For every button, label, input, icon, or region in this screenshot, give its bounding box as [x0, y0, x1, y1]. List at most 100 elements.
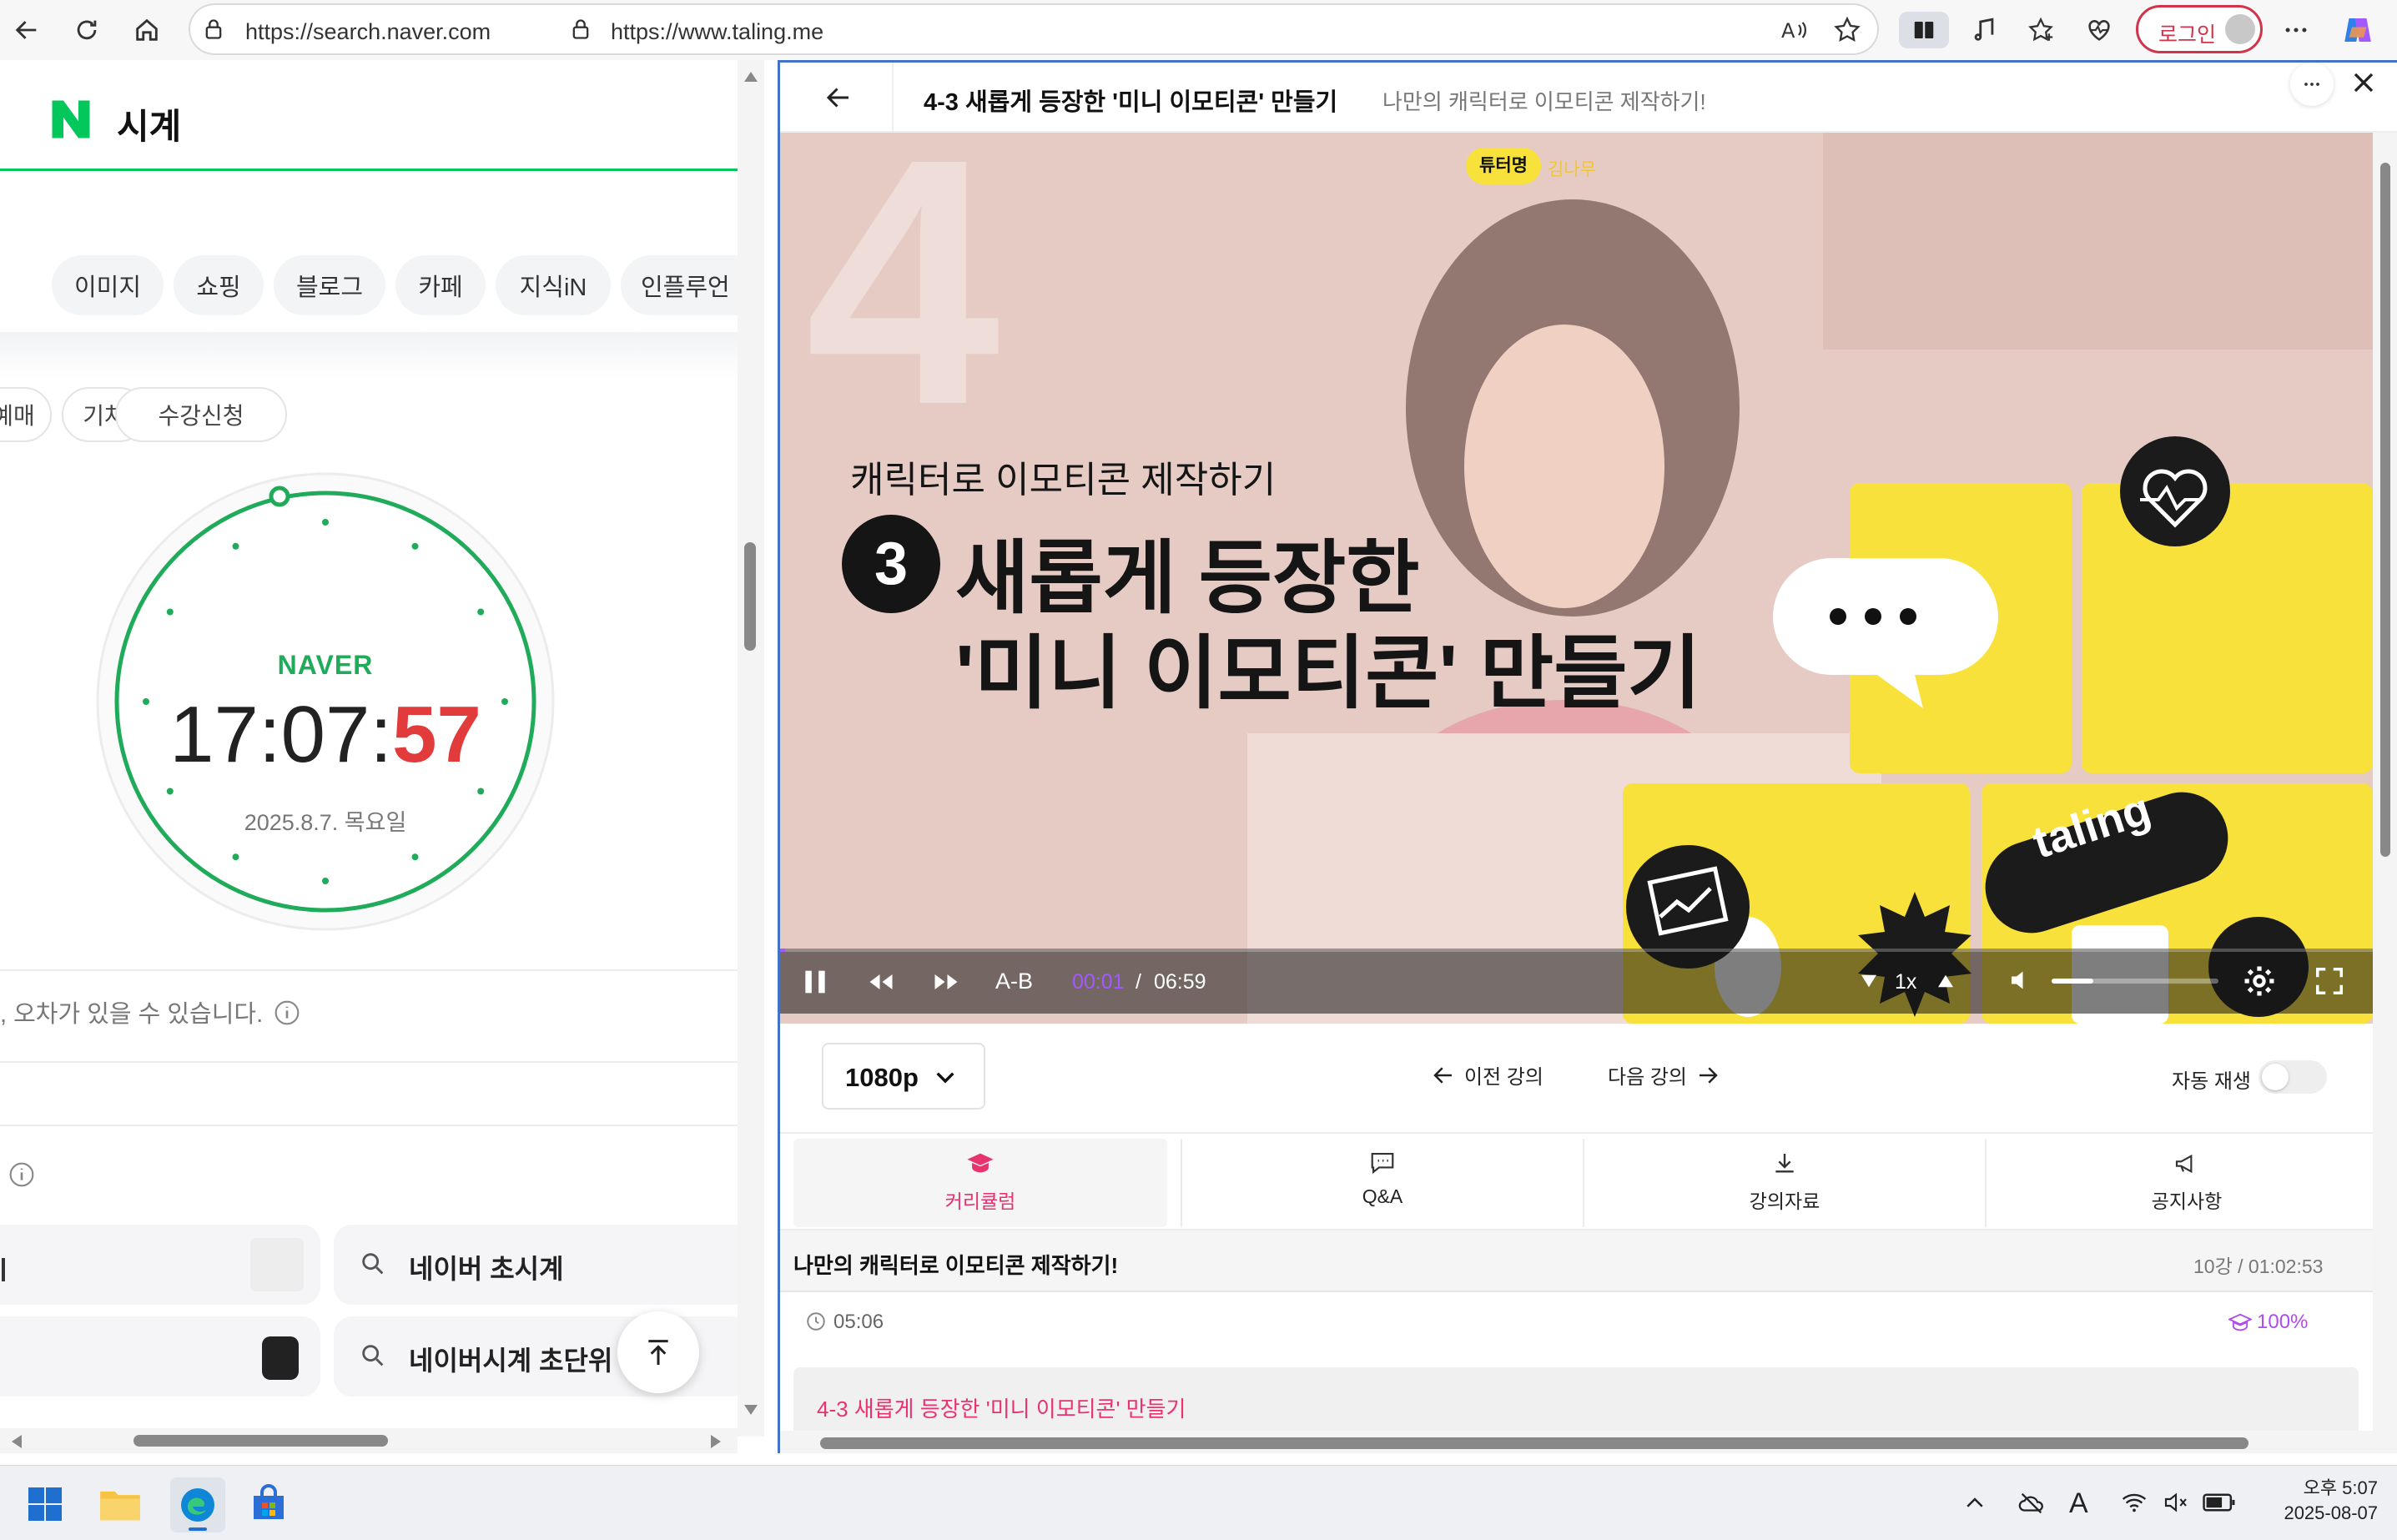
volume-slider[interactable] [2052, 979, 2218, 984]
scroll-to-top-button[interactable] [617, 1311, 699, 1393]
more-menu-icon[interactable] [2278, 12, 2314, 48]
seek-track[interactable] [780, 949, 2373, 952]
speed-up-icon[interactable] [1936, 974, 1955, 989]
info-icon[interactable] [274, 999, 300, 1026]
naver-logo-icon[interactable] [48, 98, 93, 140]
download-icon [1775, 1154, 1794, 1173]
refresh-icon[interactable] [68, 12, 105, 48]
tab-image[interactable]: 이미지 [52, 255, 164, 315]
onedrive-offline-icon[interactable] [2016, 1489, 2047, 1517]
clock-hour-dot [232, 853, 239, 861]
related-card-1[interactable] [0, 1225, 320, 1305]
copilot-icon[interactable] [2339, 12, 2376, 48]
settings-gear-icon[interactable] [2242, 964, 2277, 999]
clock-hour-dot [477, 788, 485, 795]
fast-forward-icon[interactable] [929, 967, 964, 997]
favorite-star-icon[interactable] [1832, 15, 1862, 45]
related-card-2[interactable] [0, 1316, 320, 1397]
step-number-badge: 3 [842, 515, 940, 613]
scroll-right-arrow-icon[interactable] [711, 1435, 721, 1448]
battery-icon[interactable] [2203, 1491, 2236, 1514]
favorites-icon[interactable] [2022, 12, 2059, 48]
scroll-up-arrow-icon[interactable] [744, 72, 758, 82]
pane-close-icon[interactable] [2347, 66, 2380, 99]
chip-course-registration[interactable]: 수강신청 [115, 387, 287, 442]
home-icon[interactable] [128, 12, 165, 48]
clock-hour-dot [411, 853, 419, 861]
ime-language-icon[interactable]: A [2069, 1487, 2088, 1520]
health-heart-icon[interactable] [2081, 12, 2118, 48]
split-screen-icon[interactable] [1899, 12, 1949, 48]
tab-shopping[interactable]: 쇼핑 [174, 255, 264, 315]
volume-muted-icon[interactable] [2161, 1489, 2191, 1516]
playback-speed: 1x [1895, 970, 1917, 994]
tab-materials[interactable]: 강의자료 [1584, 1139, 1985, 1227]
scrollbar-thumb[interactable] [820, 1437, 2248, 1449]
clock-icon [805, 1311, 827, 1332]
divider [0, 1125, 739, 1126]
related-search-1[interactable]: 네이버 초시계 [334, 1225, 751, 1305]
chat-bubble-icon [1371, 1153, 1394, 1175]
tutor-name: 김나무 [1548, 160, 1596, 179]
speed-down-icon[interactable] [1860, 974, 1878, 989]
course-subtitle: 나만의 캐릭터로 이모티콘 제작하기! [1382, 89, 1706, 114]
scroll-left-arrow-icon[interactable] [12, 1435, 22, 1448]
video-player[interactable]: 4 튜터명 김나무 캐릭터로 이모티콘 제작하기 3 새롭게 등장한 '미니 이… [780, 133, 2373, 1024]
horizontal-scrollbar[interactable] [780, 1431, 2373, 1453]
chip-ticketing[interactable]: 예매 [0, 387, 52, 442]
address-bar-left[interactable]: https://search.naver.com [189, 3, 522, 55]
rewind-icon[interactable] [864, 967, 899, 997]
taling-pane: 4-3 새롭게 등장한 '미니 이모티콘' 만들기 나만의 캐릭터로 이모티콘 … [778, 60, 2397, 1453]
previous-lesson-button[interactable]: 이전 강의 [1431, 1060, 1543, 1090]
divider [0, 1061, 739, 1063]
clock-hour-dot [322, 519, 329, 526]
ab-repeat-button[interactable]: A-B [995, 969, 1033, 994]
graduation-cap-icon [967, 1153, 994, 1173]
address-bar-right[interactable]: https://www.taling.me A [511, 3, 1879, 55]
scrollbar-thumb[interactable] [133, 1435, 388, 1447]
tab-qna[interactable]: Q&A [1182, 1139, 1583, 1227]
info-icon[interactable] [8, 1161, 35, 1188]
vertical-scrollbar[interactable] [738, 60, 764, 1437]
scrollbar-thumb[interactable] [744, 542, 756, 651]
tray-chevron-up-icon[interactable] [1962, 1491, 1987, 1516]
back-arrow-icon[interactable] [823, 83, 854, 113]
divider [892, 63, 894, 133]
divider [0, 969, 739, 971]
back-icon[interactable] [8, 12, 45, 48]
tab-notices[interactable]: 공지사항 [1987, 1139, 2387, 1227]
tab-materials-label: 강의자료 [1749, 1190, 1820, 1212]
pause-icon[interactable] [798, 965, 832, 999]
lock-icon [569, 17, 592, 42]
wifi-icon[interactable] [2119, 1489, 2149, 1516]
media-icon[interactable] [1966, 12, 2002, 48]
pane-more-icon[interactable] [2290, 63, 2334, 106]
vertical-scrollbar[interactable] [2373, 133, 2397, 1453]
tab-cafe[interactable]: 카페 [395, 255, 486, 315]
read-aloud-icon[interactable]: A [1779, 15, 1809, 45]
windows-start-icon[interactable] [25, 1484, 65, 1524]
tab-kin[interactable]: 지식iN [496, 255, 611, 315]
clock-hour-dot [322, 878, 329, 884]
login-button[interactable]: 로그인 [2136, 5, 2263, 53]
toggle-knob [2262, 1064, 2289, 1090]
previous-item-progress: 100% [2257, 1311, 2309, 1333]
edge-taskbar-button[interactable] [170, 1477, 225, 1532]
volume-icon[interactable] [2007, 965, 2037, 995]
tab-influencer[interactable]: 인플루언 [621, 255, 754, 315]
store-icon[interactable] [249, 1484, 289, 1524]
taskbar-clock[interactable]: 오후 5:07 2025-08-07 [2253, 1476, 2378, 1526]
autoplay-label: 자동 재생 [2172, 1070, 2251, 1093]
tab-curriculum[interactable]: 커리큘럼 [793, 1139, 1167, 1227]
scrollbar-thumb[interactable] [2380, 163, 2390, 857]
tab-blog[interactable]: 블로그 [274, 255, 385, 315]
fullscreen-icon[interactable] [2314, 965, 2345, 997]
file-explorer-icon[interactable] [98, 1484, 142, 1524]
scroll-down-arrow-icon[interactable] [744, 1405, 758, 1415]
quality-select[interactable]: 1080p [822, 1043, 985, 1110]
next-lesson-button[interactable]: 다음 강의 [1608, 1060, 1720, 1090]
horizontal-scrollbar[interactable] [0, 1428, 738, 1453]
taskbar-date: 2025-08-07 [2284, 1502, 2378, 1523]
clock-hours-minutes: 17:07: [169, 690, 393, 779]
autoplay-toggle[interactable] [2259, 1060, 2327, 1094]
